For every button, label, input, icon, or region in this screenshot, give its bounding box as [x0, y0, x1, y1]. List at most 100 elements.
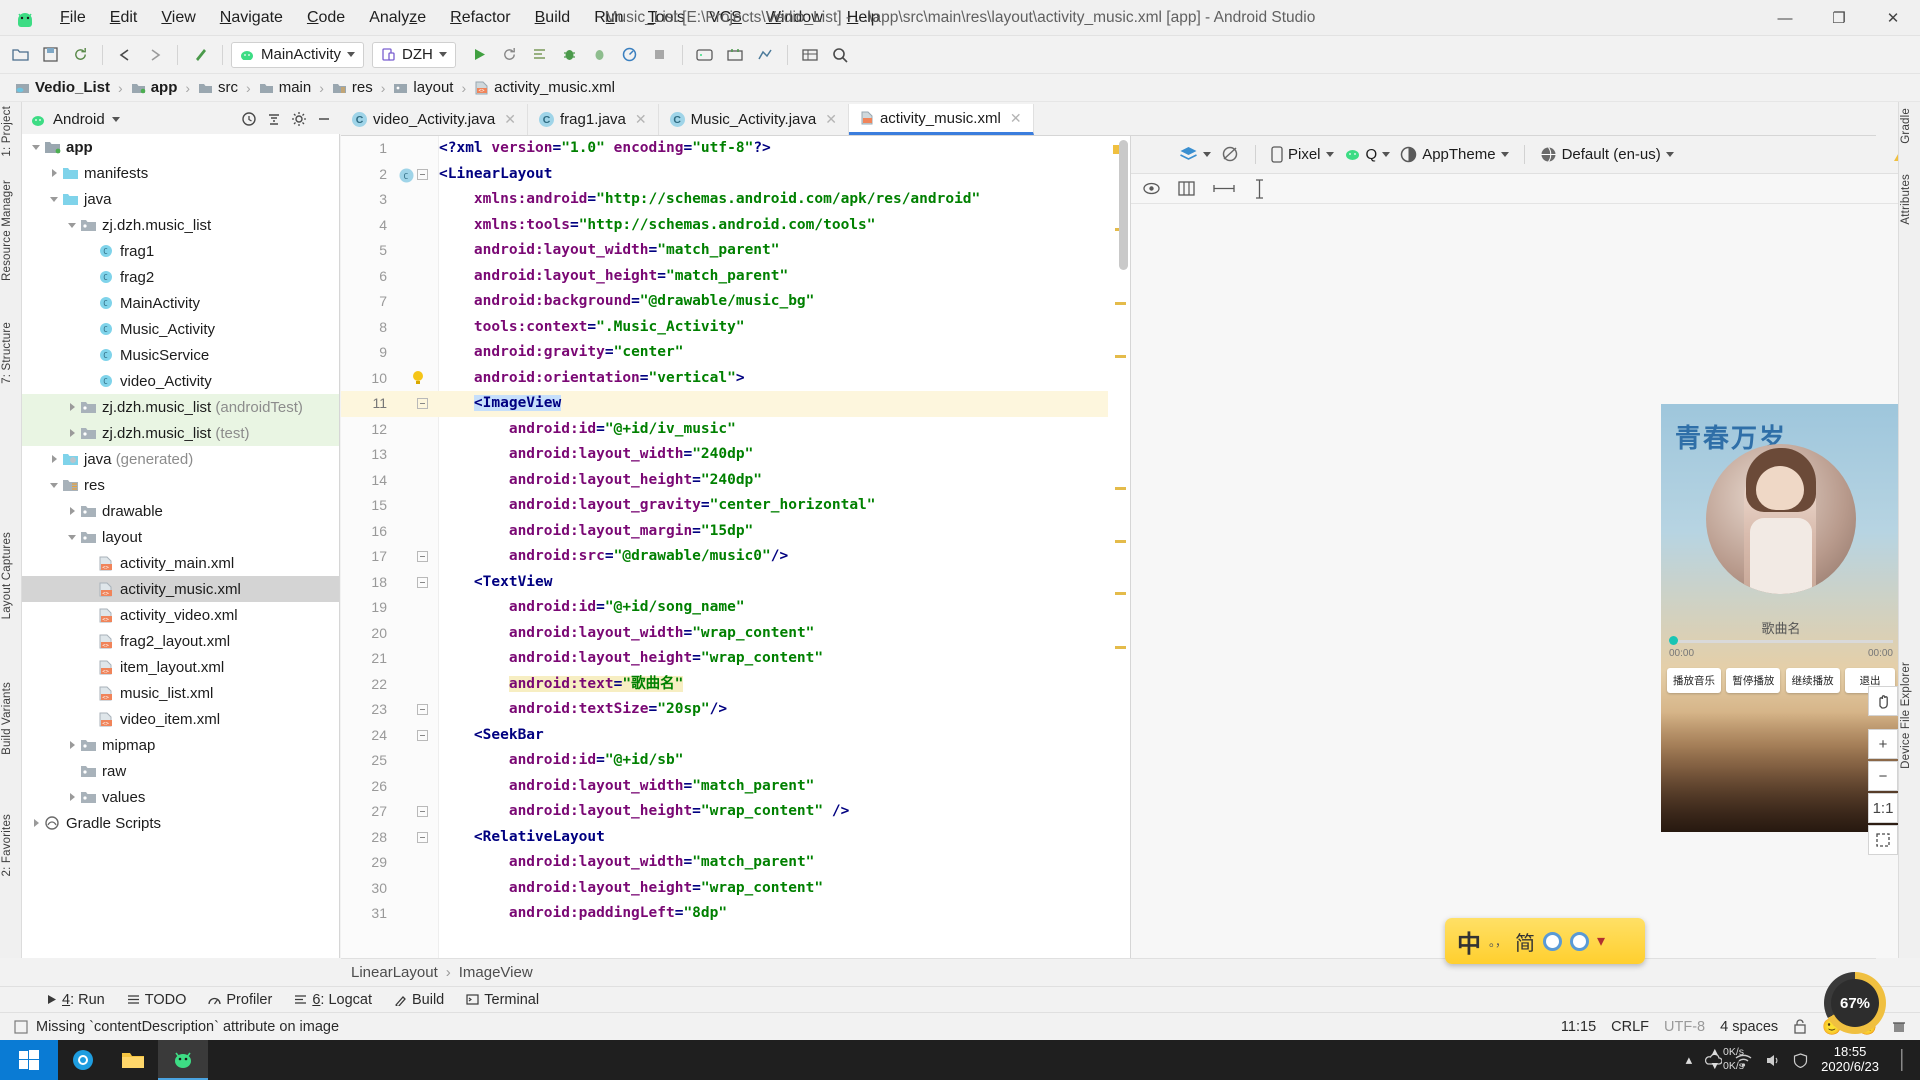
- code-line-15[interactable]: 15 android:layout_gravity="center_horizo…: [341, 493, 1130, 519]
- tree-item-frag2[interactable]: Cfrag2: [22, 264, 339, 290]
- pan-tool-button[interactable]: [1868, 686, 1898, 716]
- minimize-button[interactable]: —: [1758, 0, 1812, 36]
- menu-item-edit[interactable]: Edit: [98, 0, 150, 36]
- tree-item-zj-dzh-music-list[interactable]: zj.dzh.music_list: [22, 212, 339, 238]
- code-line-2[interactable]: 2 C <LinearLayout: [341, 162, 1130, 188]
- menu-item-tools[interactable]: Tools: [636, 0, 697, 36]
- tree-item-drawable[interactable]: drawable: [22, 498, 339, 524]
- editor-tab-activity-music-xml[interactable]: activity_music.xml ✕: [848, 104, 1034, 135]
- taskbar-android-studio-icon[interactable]: [158, 1040, 208, 1080]
- tree-item-values[interactable]: values: [22, 784, 339, 810]
- forward-arrow-icon[interactable]: [141, 41, 169, 69]
- tree-item-gradle-scripts[interactable]: Gradle Scripts: [22, 810, 339, 836]
- tree-item-zj-dzh-music-list[interactable]: zj.dzh.music_list (androidTest): [22, 394, 339, 420]
- menu-item-view[interactable]: View: [149, 0, 207, 36]
- code-line-19[interactable]: 19 android:id="@+id/song_name": [341, 595, 1130, 621]
- menu-item-window[interactable]: Window: [754, 0, 835, 36]
- code-line-16[interactable]: 16 android:layout_margin="15dp": [341, 519, 1130, 545]
- breadcrumb-item-6[interactable]: <> activity_music.xml: [471, 79, 618, 96]
- tool-window-logcat[interactable]: 6: Logcat: [294, 992, 372, 1008]
- debug-icon[interactable]: [556, 41, 584, 69]
- pause-music-button[interactable]: 暂停播放: [1726, 668, 1781, 693]
- code-fold-handle[interactable]: [417, 806, 428, 817]
- tool-tab-resource-manager[interactable]: Resource Manager: [1, 180, 21, 281]
- code-line-22[interactable]: 22 android:text="歌曲名": [341, 672, 1130, 698]
- tool-tab-device-file-explorer[interactable]: Device File Explorer: [1900, 662, 1920, 769]
- ime-simplified-label[interactable]: 简: [1515, 927, 1535, 956]
- editor-marker-2[interactable]: [1115, 302, 1126, 305]
- taskbar-clock[interactable]: 18:55 2020/6/23: [1821, 1044, 1885, 1075]
- chevron-down-icon[interactable]: [30, 140, 44, 154]
- tree-item-java[interactable]: java: [22, 186, 339, 212]
- code-line-17[interactable]: 17 android:src="@drawable/music0"/>: [341, 544, 1130, 570]
- close-tab-icon-0[interactable]: ✕: [504, 111, 516, 128]
- tray-shield-icon[interactable]: [1793, 1052, 1808, 1068]
- tree-item-music-activity[interactable]: C Music_Activity: [22, 316, 339, 342]
- code-line-3[interactable]: 3 xmlns:android="http://schemas.android.…: [341, 187, 1130, 213]
- sync-icon[interactable]: [66, 41, 94, 69]
- start-button[interactable]: [0, 1040, 58, 1080]
- code-text-area[interactable]: 1 <?xml version="1.0" encoding="utf-8"?> 2…: [341, 136, 1130, 958]
- ime-menu-icon[interactable]: ▾: [1597, 931, 1605, 951]
- tree-item-mipmap[interactable]: mipmap: [22, 732, 339, 758]
- close-button[interactable]: ✕: [1866, 0, 1920, 36]
- file-encoding[interactable]: UTF-8: [1664, 1019, 1705, 1035]
- vertical-constraint-icon[interactable]: [1253, 178, 1266, 199]
- tool-tab-attributes[interactable]: Attributes: [1900, 174, 1920, 225]
- tree-item-activity-music-xml[interactable]: <> activity_music.xml: [22, 576, 339, 602]
- tree-item-activity-main-xml[interactable]: <> activity_main.xml: [22, 550, 339, 576]
- maximize-button[interactable]: ❐: [1812, 0, 1866, 36]
- tool-tab-build-variants[interactable]: Build Variants: [1, 682, 21, 755]
- code-line-1[interactable]: 1 <?xml version="1.0" encoding="utf-8"?>: [341, 136, 1130, 162]
- code-line-23[interactable]: 23 android:textSize="20sp"/>: [341, 697, 1130, 723]
- device-selector[interactable]: DZH: [372, 41, 456, 68]
- code-line-14[interactable]: 14 android:layout_height="240dp": [341, 468, 1130, 494]
- code-fold-handle[interactable]: [417, 551, 428, 562]
- editor-marker-4[interactable]: [1115, 487, 1126, 490]
- tree-item-raw[interactable]: raw: [22, 758, 339, 784]
- chevron-down-icon[interactable]: [48, 478, 62, 492]
- tray-volume-icon[interactable]: [1765, 1053, 1780, 1068]
- code-line-24[interactable]: 24 <SeekBar: [341, 723, 1130, 749]
- tree-item-activity-video-xml[interactable]: <> activity_video.xml: [22, 602, 339, 628]
- project-view-chevron-icon[interactable]: [111, 116, 120, 122]
- chevron-down-icon[interactable]: [66, 530, 80, 544]
- project-tree[interactable]: app manifests java zj.dzh.music_list Cfrag1 C…: [22, 134, 340, 958]
- editor-marker-3[interactable]: [1115, 355, 1126, 358]
- zoom-to-fit-button[interactable]: [1868, 825, 1898, 855]
- close-tab-icon-3[interactable]: ✕: [1010, 110, 1022, 127]
- chevron-down-icon[interactable]: [48, 192, 62, 206]
- editor-marker-6[interactable]: [1115, 592, 1126, 595]
- code-line-31[interactable]: 31 android:paddingLeft="8dp": [341, 901, 1130, 927]
- horizontal-constraint-icon[interactable]: [1213, 182, 1235, 195]
- code-line-20[interactable]: 20 android:layout_width="wrap_content": [341, 621, 1130, 647]
- editor-tab-frag1[interactable]: C frag1.java ✕: [528, 104, 659, 135]
- menu-item-refactor[interactable]: Refactor: [438, 0, 522, 36]
- network-speed-indicator[interactable]: ▲ 0K/s ▼ 0K/s: [1710, 1040, 1744, 1073]
- code-line-4[interactable]: 4 xmlns:tools="http://schemas.android.co…: [341, 213, 1130, 239]
- editor-marker-7[interactable]: [1115, 646, 1126, 649]
- tree-item-java[interactable]: java (generated): [22, 446, 339, 472]
- design-mode-button[interactable]: [1179, 146, 1211, 163]
- attach-debugger-icon[interactable]: [586, 41, 614, 69]
- code-line-9[interactable]: 9 android:gravity="center": [341, 340, 1130, 366]
- stop-icon[interactable]: [646, 41, 674, 69]
- seekbar-thumb[interactable]: [1669, 636, 1678, 645]
- tool-window-todo[interactable]: TODO: [127, 992, 186, 1008]
- menu-item-vcs[interactable]: VCS: [697, 0, 754, 36]
- menu-item-analyze[interactable]: Analyze: [357, 0, 438, 36]
- tree-item-item-layout-xml[interactable]: <> item_layout.xml: [22, 654, 339, 680]
- indent-setting[interactable]: 4 spaces: [1720, 1019, 1778, 1035]
- lock-icon[interactable]: [1793, 1019, 1807, 1034]
- chevron-right-icon[interactable]: [66, 790, 80, 804]
- menu-item-help[interactable]: Help: [835, 0, 892, 36]
- ime-toggle-2-icon[interactable]: [1570, 931, 1590, 951]
- api-dropdown[interactable]: Q: [1344, 146, 1391, 163]
- code-fold-handle[interactable]: [417, 576, 428, 588]
- save-all-icon[interactable]: [36, 41, 64, 69]
- tool-window-build[interactable]: Build: [394, 992, 444, 1008]
- open-folder-icon[interactable]: [6, 41, 34, 69]
- tool-window-run[interactable]: 4: Run: [46, 992, 105, 1008]
- chevron-right-icon[interactable]: [48, 452, 62, 466]
- profiler-icon[interactable]: [616, 41, 644, 69]
